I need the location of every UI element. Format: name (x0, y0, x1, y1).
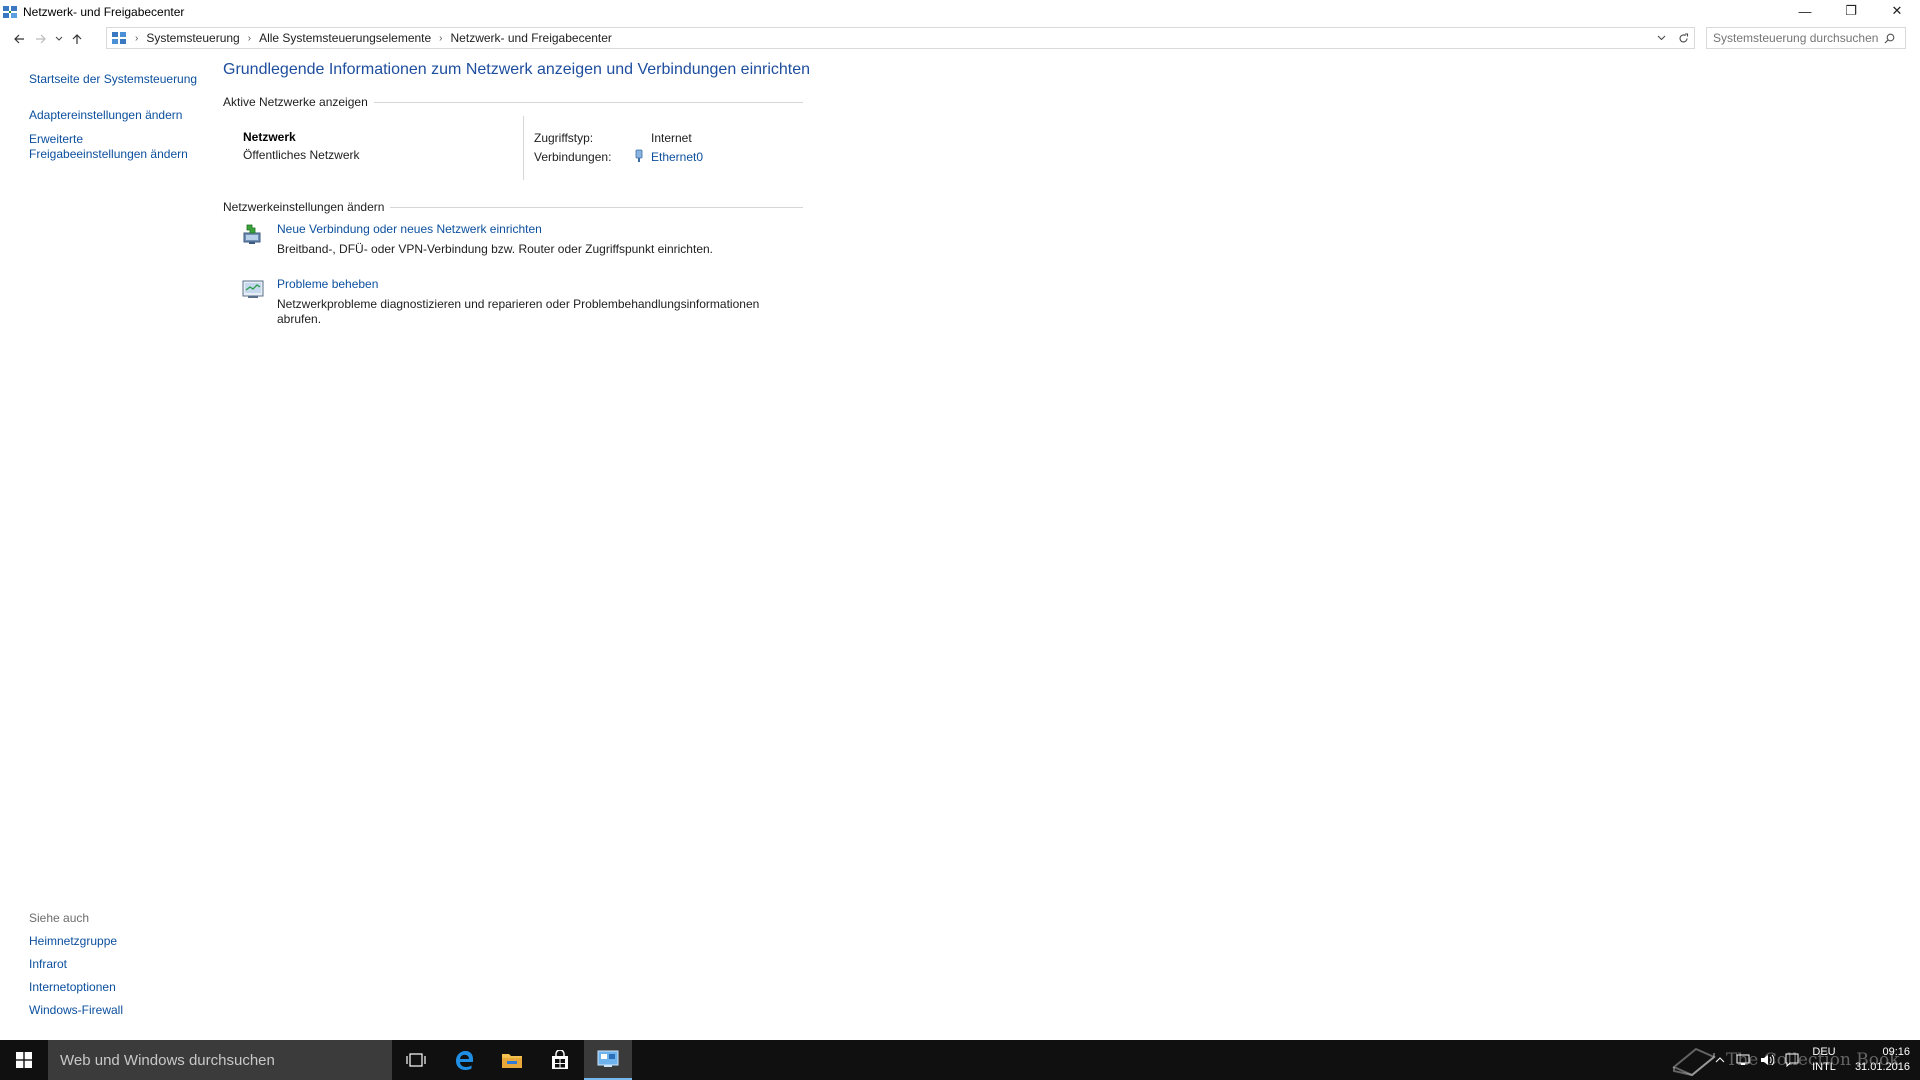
store-icon[interactable] (536, 1040, 584, 1080)
troubleshoot-icon (242, 280, 264, 298)
taskbar-search-placeholder: Web und Windows durchsuchen (60, 1051, 275, 1069)
search-box[interactable] (1706, 27, 1906, 49)
new-connection-link[interactable]: Neue Verbindung oder neues Netzwerk einr… (277, 222, 542, 236)
book-watermark-icon (1672, 1047, 1716, 1077)
search-icon[interactable] (1879, 28, 1899, 48)
file-explorer-icon[interactable] (488, 1040, 536, 1080)
taskbar-search-box[interactable]: Web und Windows durchsuchen (48, 1040, 392, 1080)
search-input[interactable] (1707, 31, 1879, 45)
link-windows-firewall[interactable]: Windows-Firewall (29, 1003, 123, 1018)
taskbar: Web und Windows durchsuchen DEU INTL 09:… (0, 1040, 1920, 1080)
access-type-value: Internet (651, 131, 692, 145)
section-change-settings-label: Netzwerkeinstellungen ändern (223, 200, 385, 214)
breadcrumb-separator-icon: › (247, 32, 252, 44)
forward-arrow-icon[interactable] (30, 28, 52, 50)
window-controls: — ❐ ✕ (1782, 0, 1920, 24)
network-name: Netzwerk (243, 130, 296, 144)
new-connection-description: Breitband-, DFÜ- oder VPN-Verbindung bzw… (277, 242, 713, 256)
breadcrumb-separator-icon: › (135, 32, 139, 44)
ethernet-icon (634, 149, 644, 166)
left-pane: Startseite der Systemsteuerung Adapterei… (0, 60, 210, 1030)
refresh-icon[interactable] (1672, 28, 1694, 48)
section-active-networks-label: Aktive Netzwerke anzeigen (223, 95, 368, 109)
vertical-divider (523, 116, 524, 180)
minimize-button[interactable]: — (1782, 0, 1828, 22)
section-divider (390, 206, 803, 208)
edge-browser-icon[interactable] (440, 1040, 488, 1080)
up-arrow-icon[interactable] (66, 28, 88, 50)
window-title: Netzwerk- und Freigabecenter (23, 5, 185, 19)
link-advanced-sharing-line1[interactable]: Erweiterte (29, 132, 83, 147)
section-active-networks: Aktive Netzwerke anzeigen (223, 95, 803, 109)
connections-label: Verbindungen: (534, 150, 612, 164)
recent-locations-chevron-icon[interactable] (52, 28, 66, 50)
watermark: The Collection Book (1670, 1040, 1900, 1080)
see-also-heading: Siehe auch (29, 911, 90, 925)
navigation-bar: › Systemsteuerung › Alle Systemsteuerung… (0, 27, 1920, 51)
link-change-adapter-settings[interactable]: Adaptereinstellungen ändern (29, 108, 182, 123)
link-homegroup[interactable]: Heimnetzgruppe (29, 934, 117, 949)
watermark-text: The Collection Book (1726, 1050, 1900, 1070)
breadcrumb-systemsteuerung[interactable]: Systemsteuerung (146, 31, 239, 45)
task-view-icon[interactable] (392, 1040, 440, 1080)
link-internet-options[interactable]: Internetoptionen (29, 980, 116, 995)
access-type-label: Zugriffstyp: (534, 131, 594, 145)
link-infrared[interactable]: Infrarot (29, 957, 67, 972)
breadcrumb-alle-elemente[interactable]: Alle Systemsteuerungselemente (259, 31, 431, 45)
breadcrumb-netzwerkcenter[interactable]: Netzwerk- und Freigabecenter (451, 31, 612, 45)
network-info: Netzwerk Öffentliches Netzwerk (243, 130, 360, 162)
page-title: Grundlegende Informationen zum Netzwerk … (223, 61, 811, 78)
back-arrow-icon[interactable] (8, 28, 30, 50)
troubleshoot-description: Netzwerkprobleme diagnostizieren und rep… (277, 297, 760, 326)
address-dropdown-chevron-icon[interactable] (1650, 28, 1672, 48)
breadcrumb-separator-icon: › (439, 32, 443, 44)
link-advanced-sharing-line2[interactable]: Freigabeeinstellungen ändern (29, 147, 188, 162)
control-panel-taskbar-icon[interactable] (584, 1040, 632, 1080)
close-button[interactable]: ✕ (1874, 0, 1920, 22)
network-center-icon (3, 6, 17, 18)
section-divider (373, 101, 803, 103)
ethernet-connection-link[interactable]: Ethernet0 (651, 150, 703, 164)
network-category-link[interactable]: Öffentliches Netzwerk (243, 148, 360, 162)
control-panel-icon (112, 32, 126, 44)
link-control-panel-home[interactable]: Startseite der Systemsteuerung (29, 72, 197, 87)
windows-logo-icon (16, 1052, 32, 1068)
start-button[interactable] (0, 1040, 48, 1080)
troubleshoot-link[interactable]: Probleme beheben (277, 277, 378, 291)
title-bar: Netzwerk- und Freigabecenter — ❐ ✕ (0, 0, 1920, 24)
address-bar[interactable]: › Systemsteuerung › Alle Systemsteuerung… (106, 27, 1695, 49)
restore-button[interactable]: ❐ (1828, 0, 1874, 22)
new-connection-icon (243, 224, 261, 244)
section-change-settings: Netzwerkeinstellungen ändern (223, 200, 803, 214)
